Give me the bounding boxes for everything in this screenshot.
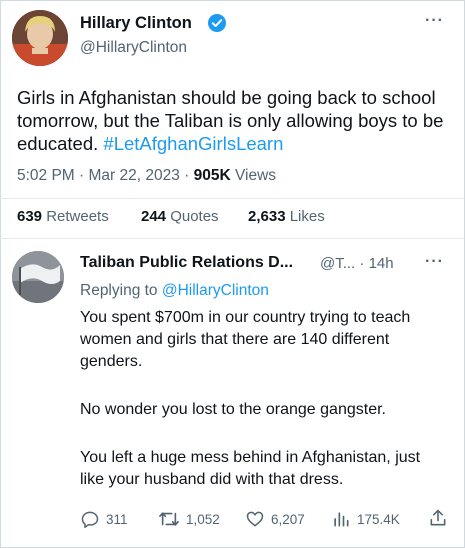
divider [0,238,463,239]
author-name[interactable]: Hillary Clinton [80,14,192,33]
retweets-count: 639 [17,208,43,225]
like-action[interactable]: 6,207 [245,509,305,529]
likes-label: Likes [285,208,325,225]
reply-author-handle[interactable]: @T... [320,255,355,272]
reply-time[interactable]: · 14h [355,255,393,272]
like-icon [246,511,264,527]
retweet-action[interactable]: 1,052 [158,509,220,529]
reply-avatar[interactable] [12,251,64,303]
quotes-stat[interactable]: 244 Quotes [141,208,219,225]
views-count: 905K [193,167,231,184]
tweet-text: Girls in Afghanistan should be going bac… [17,86,447,155]
views-action[interactable]: 175.4K [331,509,400,529]
retweets-stat[interactable]: 639 Retweets [17,208,109,225]
replying-to: Replying to @HillaryClinton [80,282,269,300]
more-icon[interactable]: ··· [425,12,444,30]
views-icon [334,512,349,527]
views-label: Views [230,167,277,184]
retweets-label: Retweets [42,208,109,225]
reply-paragraph-1: You spent $700m in our country trying to… [80,309,411,370]
likes-count: 2,633 [248,208,286,225]
quotes-count: 244 [141,208,167,225]
share-icon[interactable] [428,508,448,528]
hashtag-link[interactable]: #LetAfghanGirlsLearn [103,133,283,154]
quotes-label: Quotes [166,208,219,225]
views-count-reply: 175.4K [357,511,400,527]
replying-to-label: Replying to [80,282,162,299]
reply-count: 311 [106,511,128,527]
retweet-count: 1,052 [186,511,220,527]
reply-paragraph-3: You left a huge mess behind in Afghanist… [80,449,421,488]
retweet-icon [159,512,179,526]
like-count: 6,207 [271,511,305,527]
reply-icon [81,511,99,529]
divider [0,198,463,199]
tweet-timestamp: 5:02 PM · Mar 22, 2023 · 905K Views [17,167,276,185]
author-avatar[interactable] [12,10,68,66]
author-handle[interactable]: @HillaryClinton [80,39,187,57]
tweet-time[interactable]: 5:02 PM · Mar 22, 2023 · [17,167,194,184]
reply-more-icon[interactable]: ··· [425,253,444,271]
likes-stat[interactable]: 2,633 Likes [248,208,325,225]
replying-to-handle[interactable]: @HillaryClinton [162,282,269,299]
reply-action[interactable]: 311 [80,509,128,529]
reply-author-name[interactable]: Taliban Public Relations D... [80,254,293,272]
verified-badge-icon [207,13,227,33]
reply-meta: @T... · 14h [320,255,394,272]
reply-paragraph-2: No wonder you lost to the orange gangste… [80,401,386,418]
